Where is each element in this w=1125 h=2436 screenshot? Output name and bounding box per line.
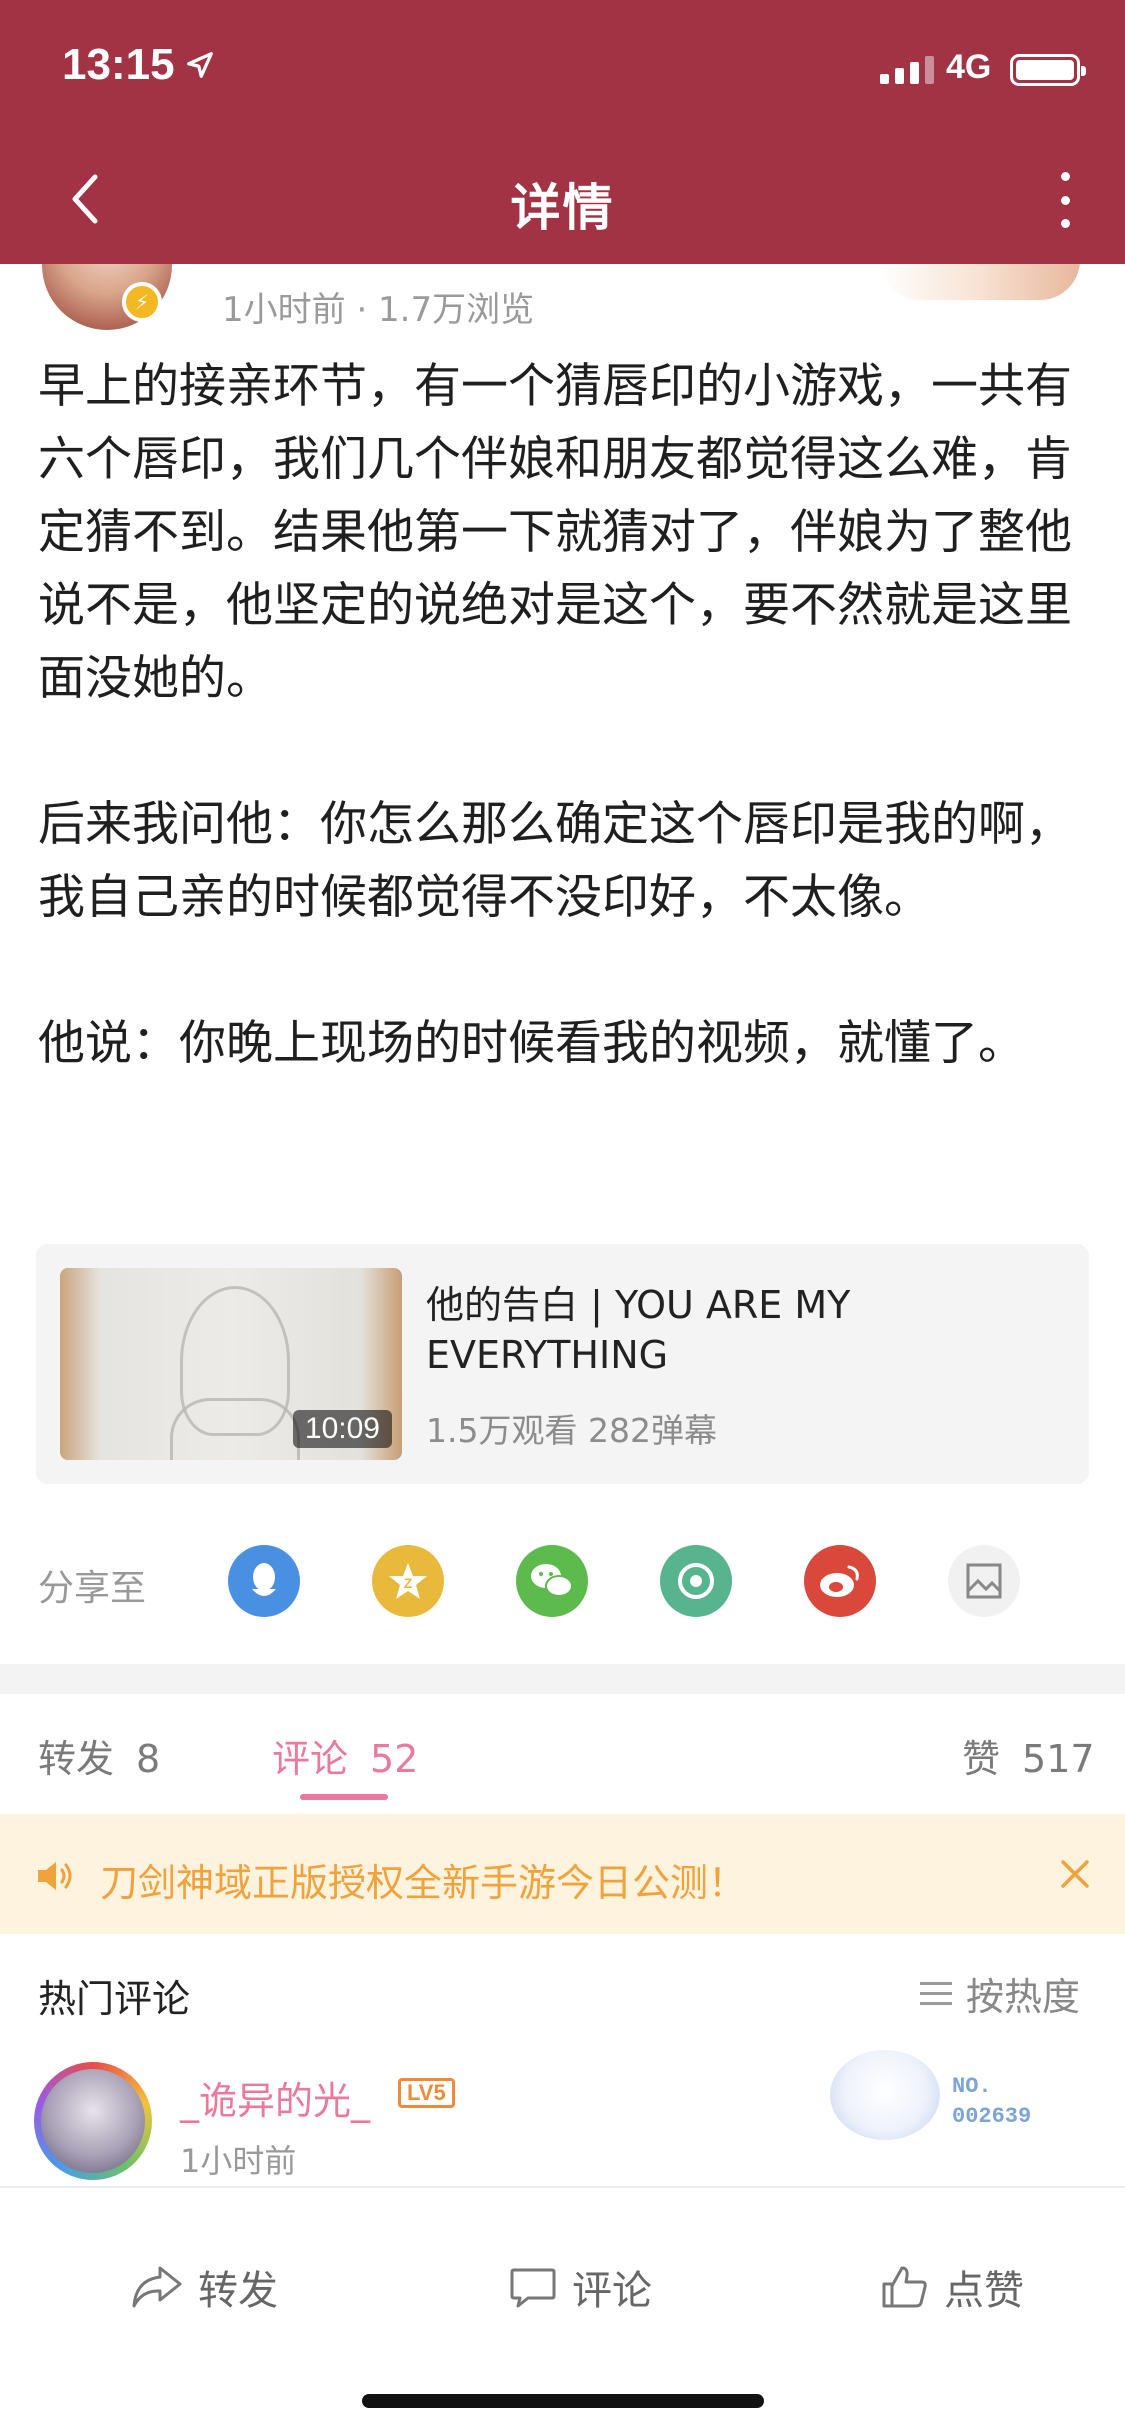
- notice-text: 刀剑神域正版授权全新手游今日公测！: [100, 1861, 747, 1905]
- svg-text:Z: Z: [404, 1575, 413, 1591]
- tab-likes-count: 517: [1022, 1737, 1095, 1781]
- more-dot-icon: [1060, 195, 1070, 205]
- comment-bubble-icon: [510, 2268, 556, 2308]
- comment-button[interactable]: 评论: [508, 2258, 652, 2316]
- video-title[interactable]: 他的告白 | YOU ARE MY EVERYTHING: [426, 1280, 1046, 1380]
- sort-icon: [920, 1982, 952, 2005]
- tab-comments-label: 评论: [272, 1737, 349, 1781]
- app-header: 13:15 4G 详情: [0, 0, 1125, 264]
- more-dot-icon: [1060, 219, 1070, 228]
- sketch-shirt: [170, 1398, 300, 1460]
- post-paragraph: 后来我问他：你怎么那么确定这个唇印是我的啊，我自己亲的时候都觉得不没印好，不太像…: [38, 797, 1072, 925]
- share-row: 分享至 Z: [38, 1545, 1098, 1617]
- fan-badge-character: [830, 2050, 940, 2140]
- comment-label: 评论: [572, 2268, 652, 2314]
- share-arrow-icon: [132, 2266, 182, 2308]
- post-detail-screen: ⚡ 1小时前 · 1.7万浏览 13:15 4G 详情 早上的接亲环节，有一个猜…: [0, 0, 1125, 2436]
- repost-button[interactable]: 转发: [130, 2258, 278, 2316]
- verified-badge-icon: ⚡: [122, 282, 162, 322]
- post-paragraph: 早上的接亲环节，有一个猜唇印的小游戏，一共有六个唇印，我们几个伴娘和朋友都觉得这…: [38, 359, 1072, 706]
- repost-label: 转发: [198, 2268, 278, 2314]
- tab-likes[interactable]: 赞 517: [962, 1728, 1095, 1783]
- post-body: 早上的接亲环节，有一个猜唇印的小游戏，一共有六个唇印，我们几个伴娘和朋友都觉得这…: [38, 350, 1098, 1080]
- tab-comments-count: 52: [370, 1737, 419, 1781]
- section-divider: [0, 1664, 1125, 1694]
- share-qzone-button[interactable]: Z: [372, 1545, 444, 1617]
- comment-time: 1小时前: [180, 2142, 297, 2180]
- qzone-icon: Z: [389, 1563, 427, 1599]
- tab-repost-label: 转发: [38, 1737, 115, 1781]
- tab-active-indicator: [300, 1794, 388, 1800]
- like-label: 点赞: [944, 2268, 1024, 2314]
- share-moments-button[interactable]: [660, 1545, 732, 1617]
- nav-bar: 详情: [0, 132, 1125, 264]
- battery-icon: [1010, 54, 1086, 86]
- tab-bar: 转发 8 评论 52 赞 517: [0, 1694, 1125, 1814]
- cell-signal-icon: [880, 56, 934, 84]
- wechat-icon: [531, 1564, 573, 1597]
- tab-repost-count: 8: [136, 1737, 161, 1781]
- page-title: 详情: [510, 179, 615, 237]
- fan-badge-number: NO. 002639: [952, 2074, 1032, 2129]
- home-indicator[interactable]: [362, 2394, 764, 2408]
- weibo-icon: [820, 1565, 859, 1597]
- image-share-icon: [966, 1563, 1002, 1599]
- commenter-name[interactable]: _诡异的光_: [180, 2070, 370, 2125]
- comments-header: 热门评论 按热度: [0, 1934, 1125, 2044]
- tab-likes-label: 赞: [962, 1737, 1001, 1781]
- tab-comments[interactable]: 评论 52: [272, 1728, 418, 1783]
- level-badge: LV5: [398, 2078, 455, 2108]
- fan-badge: NO. 002639: [830, 2050, 1070, 2150]
- speaker-icon: [38, 1862, 72, 1890]
- post-meta: 1小时前 · 1.7万浏览: [222, 290, 535, 330]
- share-image-button[interactable]: [948, 1545, 1020, 1617]
- video-stats: 1.5万观看 282弹幕: [426, 1411, 717, 1450]
- status-bar: 13:15 4G: [0, 0, 1125, 132]
- video-card[interactable]: 10:09 他的告白 | YOU ARE MY EVERYTHING 1.5万观…: [36, 1244, 1089, 1484]
- share-weibo-button[interactable]: [804, 1545, 876, 1617]
- video-duration: 10:09: [292, 1410, 392, 1448]
- qq-icon: [252, 1563, 276, 1596]
- thumbs-up-icon: [882, 2266, 927, 2308]
- video-thumbnail[interactable]: 10:09: [60, 1268, 402, 1460]
- tab-repost[interactable]: 转发 8: [38, 1728, 160, 1783]
- post-paragraph: 他说：你晚上现场的时候看我的视频，就懂了。: [38, 1016, 1025, 1071]
- share-wechat-button[interactable]: [516, 1545, 588, 1617]
- status-time: 13:15: [62, 40, 215, 90]
- close-icon[interactable]: [1055, 1854, 1095, 1894]
- sort-button[interactable]: 按热度: [920, 1966, 1080, 2021]
- like-button[interactable]: 点赞: [880, 2258, 1024, 2316]
- clock: 13:15: [62, 40, 175, 89]
- moments-icon: [678, 1563, 714, 1599]
- share-qq-button[interactable]: [228, 1545, 300, 1617]
- sort-label: 按热度: [966, 1975, 1081, 2019]
- share-label: 分享至: [38, 1568, 147, 1609]
- network-type: 4G: [946, 48, 992, 86]
- location-arrow-icon: [186, 52, 213, 78]
- hot-comments-title: 热门评论: [38, 1977, 191, 2021]
- more-options-button[interactable]: [1040, 172, 1090, 228]
- commenter-avatar[interactable]: [34, 2062, 152, 2180]
- comment-item[interactable]: _诡异的光_ LV5 1小时前 NO. 002639: [0, 2050, 1125, 2190]
- more-dot-icon: [1060, 172, 1070, 181]
- notice-banner[interactable]: 刀剑神域正版授权全新手游今日公测！: [0, 1814, 1125, 1934]
